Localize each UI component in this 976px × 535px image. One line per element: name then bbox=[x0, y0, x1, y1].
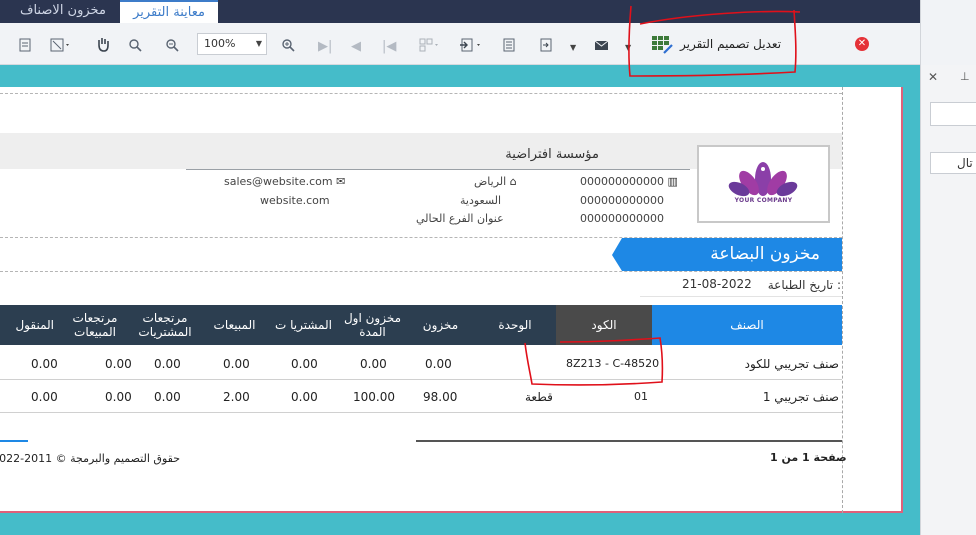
title-arrow bbox=[612, 238, 622, 271]
report-title-bar: مخزون البضاعة bbox=[612, 238, 842, 271]
row2-code: 01 bbox=[634, 390, 648, 403]
row1-transferred: 0.00 bbox=[31, 357, 58, 371]
print-date-label: تاريخ الطباعة : bbox=[767, 278, 841, 292]
open-file-icon[interactable] bbox=[539, 35, 553, 55]
column-header-sales: المبيعات bbox=[200, 305, 269, 345]
export-icon[interactable] bbox=[459, 35, 483, 55]
email-value: sales@website.com bbox=[224, 175, 333, 188]
row2-unit: قطعة bbox=[525, 390, 553, 404]
chevron-down-icon[interactable]: ▼ bbox=[570, 37, 576, 57]
row1-sales: 0.00 bbox=[223, 357, 250, 371]
first-page-icon[interactable]: |◀ bbox=[382, 36, 396, 56]
phone-3: 000000000000 bbox=[580, 212, 664, 225]
envelope-icon: ✉ bbox=[336, 175, 346, 188]
multi-page-icon[interactable] bbox=[419, 35, 441, 55]
column-header-transferred: المنقول bbox=[0, 305, 60, 345]
zoom-in-icon[interactable] bbox=[281, 35, 295, 55]
row2-sales-returns: 0.00 bbox=[105, 390, 132, 404]
phone-1-value: 000000000000 bbox=[580, 175, 664, 188]
row2-opening: 100.00 bbox=[353, 390, 395, 404]
row1-code: 8Z213 - C-48520 bbox=[566, 357, 660, 370]
copyright: حقوق التصميم والبرمجة © 2011-2022 bbox=[0, 452, 180, 465]
home-icon: ⌂ bbox=[509, 175, 517, 188]
margin-guide bbox=[842, 87, 843, 513]
footer-accent bbox=[0, 440, 28, 442]
website: website.com bbox=[260, 194, 330, 207]
document-icon[interactable] bbox=[502, 35, 516, 55]
close-icon[interactable]: ✕ bbox=[855, 37, 869, 51]
row1-opening: 0.00 bbox=[360, 357, 387, 371]
phone-2: 000000000000 bbox=[580, 194, 664, 207]
tab-items-stock[interactable]: مخزون الاصناف bbox=[12, 0, 114, 23]
chevron-down-icon[interactable]: ▼ bbox=[625, 37, 631, 57]
date-underline bbox=[640, 296, 842, 297]
section-guide bbox=[0, 271, 842, 272]
row2-purchases: 0.00 bbox=[291, 390, 318, 404]
pin-icon[interactable]: ⊥ bbox=[960, 70, 970, 83]
city-value: الرياض bbox=[474, 175, 507, 188]
tab-report-preview[interactable]: معاينة التقرير bbox=[120, 0, 218, 23]
row-divider bbox=[0, 379, 842, 380]
row2-purchase-returns: 0.00 bbox=[154, 390, 181, 404]
phone-1: 000000000000 ▥ bbox=[580, 175, 678, 188]
zoom-out-icon[interactable] bbox=[165, 35, 179, 55]
row2-stock: 98.00 bbox=[423, 390, 458, 404]
row2-item: صنف تجريبي 1 bbox=[762, 390, 839, 404]
last-page-icon[interactable]: ▶| bbox=[318, 36, 332, 56]
column-header-sales-returns: مرتجعات المبيعات bbox=[60, 305, 130, 345]
column-header-stock: مخزون bbox=[407, 305, 474, 345]
city: الرياض ⌂ bbox=[474, 175, 517, 188]
row2-transferred: 0.00 bbox=[31, 390, 58, 404]
page-number: صفحة 1 من 1 bbox=[770, 451, 847, 464]
column-header-item: الصنف bbox=[652, 305, 842, 345]
company-name: مؤسسة افتراضية bbox=[505, 147, 599, 162]
tab-strip: مخزون الاصناف معاينة التقرير bbox=[0, 0, 920, 23]
column-header-unit: الوحدة bbox=[474, 305, 556, 345]
zoom-select[interactable]: 100% ▼ bbox=[197, 33, 267, 55]
margin-guide bbox=[0, 93, 842, 94]
row2-sales: 2.00 bbox=[223, 390, 250, 404]
report-title: مخزون البضاعة bbox=[710, 244, 820, 264]
row1-stock: 0.00 bbox=[425, 357, 452, 371]
column-header-code: الكود bbox=[556, 305, 652, 345]
report-preview-area[interactable]: YOUR COMPANY مؤسسة افتراضية 000000000000… bbox=[0, 65, 920, 535]
report-designer-icon bbox=[652, 36, 673, 54]
edit-report-design-button[interactable]: تعديل تصميم التقرير bbox=[650, 33, 781, 55]
panel-input[interactable] bbox=[930, 102, 976, 126]
branch-address: عنوان الفرع الحالي bbox=[416, 212, 504, 225]
company-logo: YOUR COMPANY bbox=[697, 145, 830, 223]
chevron-down-icon: ▼ bbox=[255, 39, 262, 48]
row-divider bbox=[0, 412, 842, 413]
close-panel-icon[interactable]: ✕ bbox=[928, 70, 938, 84]
zoom-value: 100% bbox=[204, 37, 236, 50]
right-panel-header bbox=[920, 0, 976, 65]
logo-caption: YOUR COMPANY bbox=[734, 197, 793, 204]
page-setup-icon[interactable] bbox=[18, 35, 32, 55]
email: sales@website.com ✉ bbox=[224, 175, 345, 188]
column-header-purchases: المشتريا ت bbox=[269, 305, 338, 345]
header-divider bbox=[186, 169, 690, 170]
column-header-purchase-returns: مرتجعات المشتريات bbox=[130, 305, 200, 345]
hand-pan-icon[interactable] bbox=[95, 34, 111, 54]
right-panel bbox=[920, 65, 976, 535]
print-date: 21-08-2022 bbox=[682, 277, 752, 291]
panel-button[interactable]: تال bbox=[930, 152, 976, 174]
column-header-opening: مخزون اول المدة bbox=[338, 305, 407, 345]
row1-purchase-returns: 0.00 bbox=[154, 357, 181, 371]
edit-report-design-label: تعديل تصميم التقرير bbox=[680, 37, 782, 51]
row1-purchases: 0.00 bbox=[291, 357, 318, 371]
row1-sales-returns: 0.00 bbox=[105, 357, 132, 371]
previous-page-icon[interactable]: ◀ bbox=[351, 36, 361, 56]
resize-icon[interactable] bbox=[50, 35, 72, 55]
row1-item: صنف تجريبي للكود bbox=[744, 357, 839, 371]
footer-divider bbox=[416, 440, 842, 442]
email-icon[interactable] bbox=[594, 35, 610, 55]
country: السعودية bbox=[460, 194, 502, 207]
fax-icon: ▥ bbox=[667, 175, 678, 188]
report-page: YOUR COMPANY مؤسسة افتراضية 000000000000… bbox=[0, 87, 903, 513]
zoom-fit-icon[interactable] bbox=[128, 35, 142, 55]
